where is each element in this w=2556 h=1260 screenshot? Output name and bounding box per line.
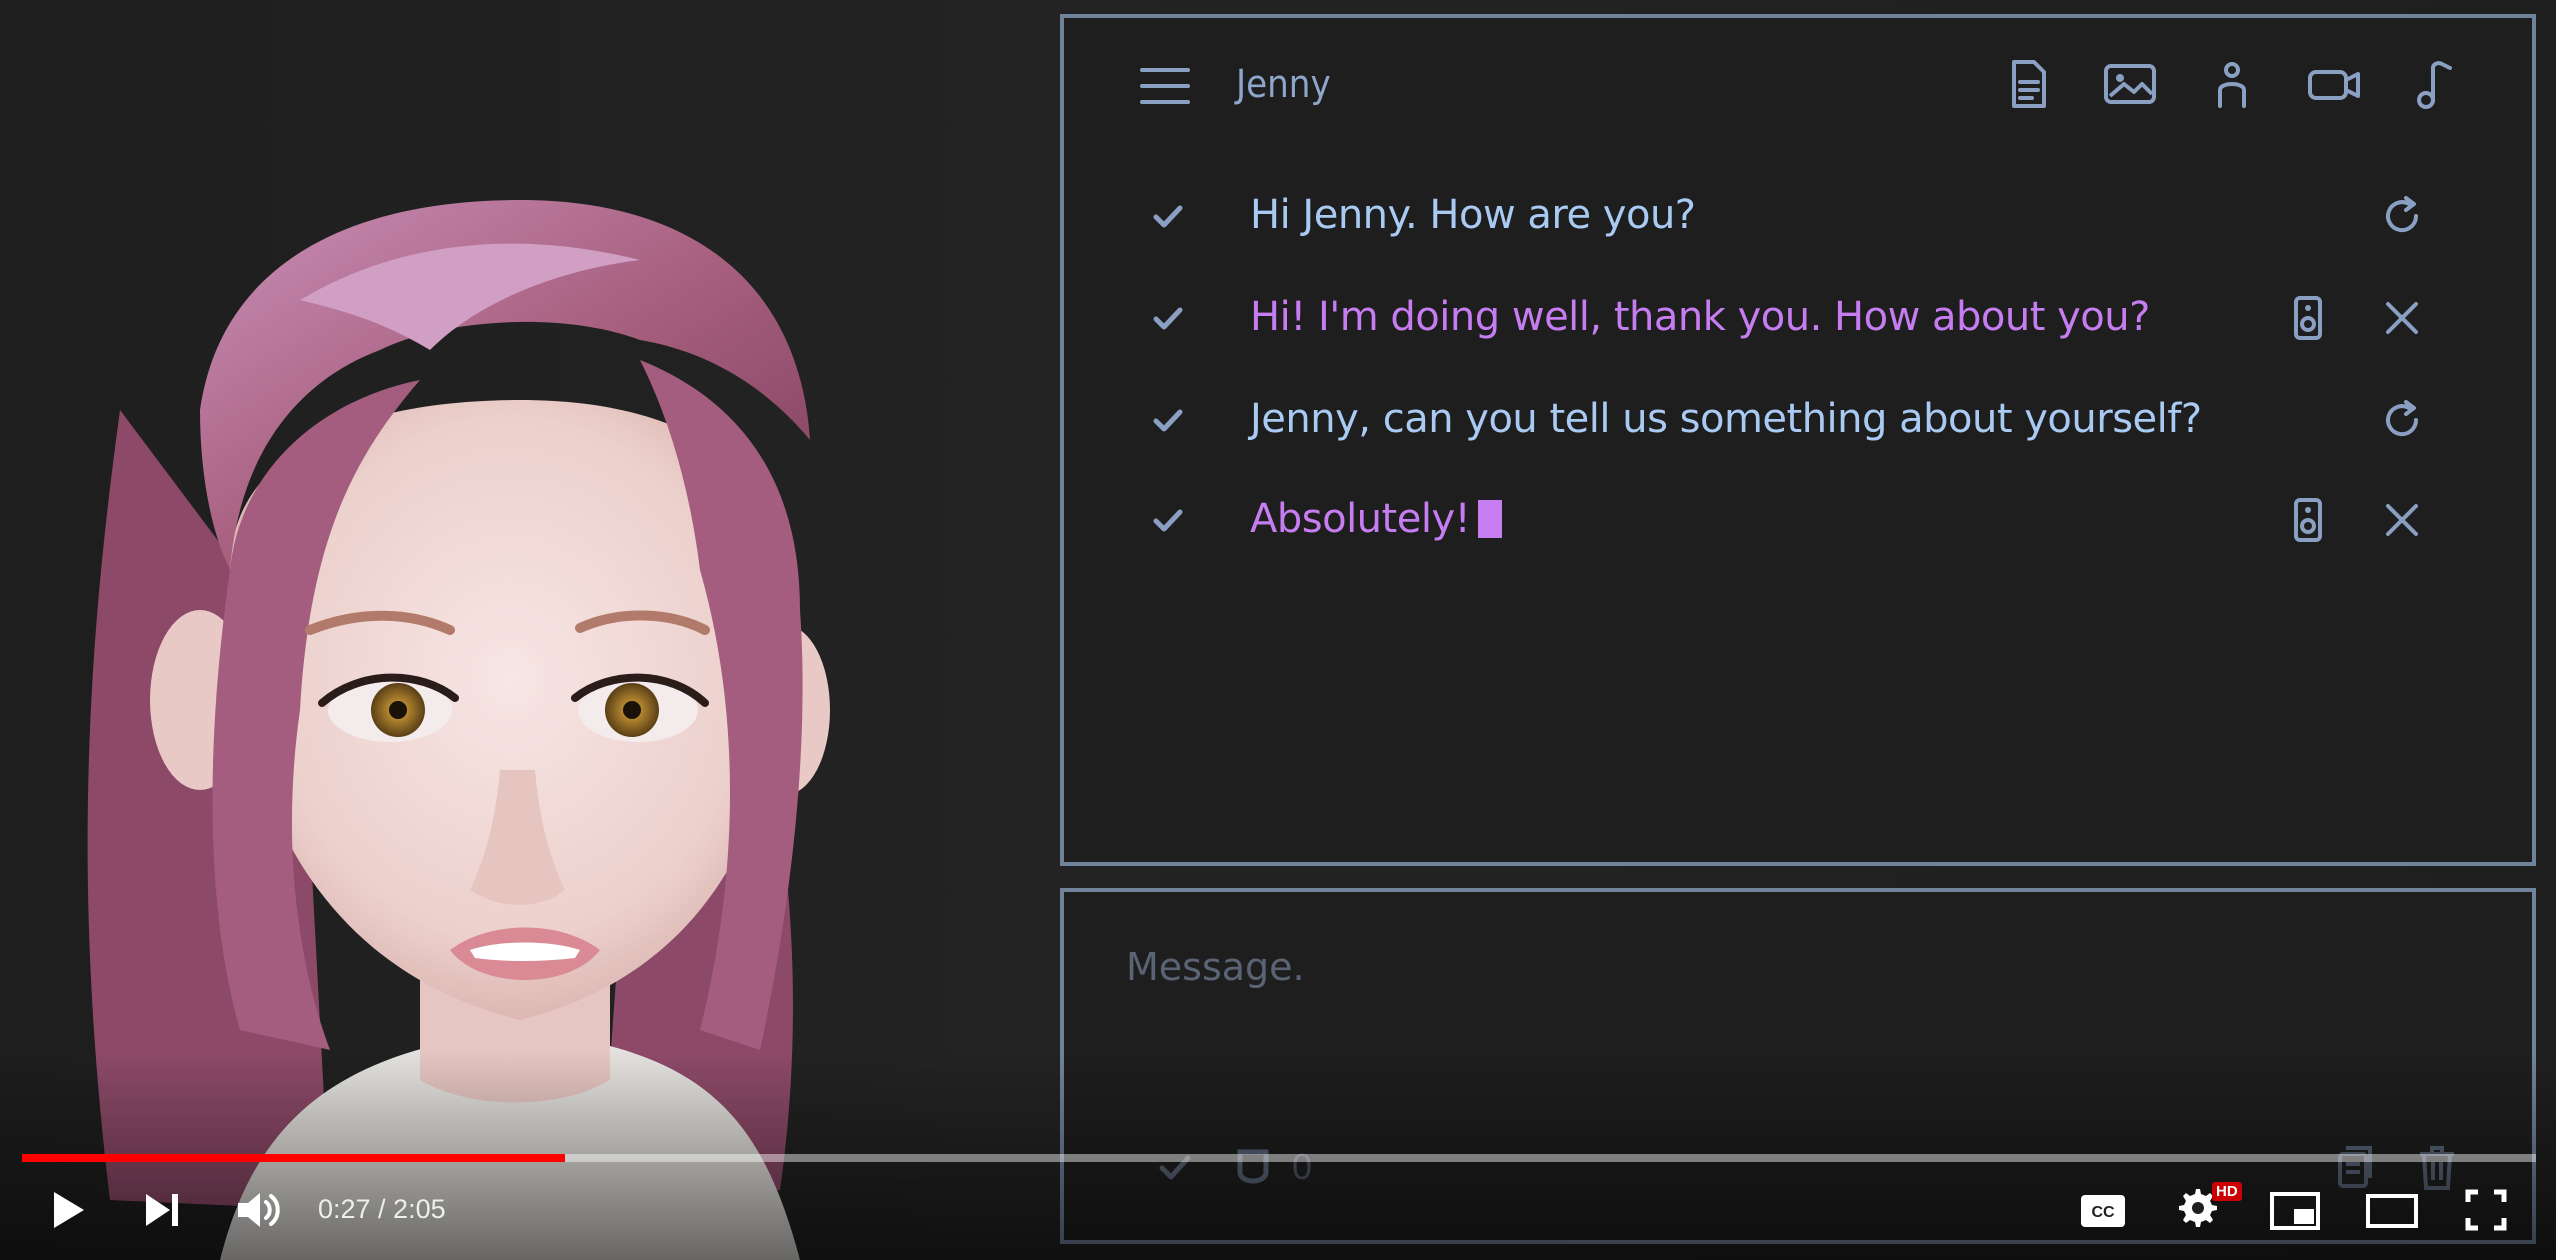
- video-frame[interactable]: Jenny Hi Jenny. How are you? Hi! I'm doi…: [0, 0, 2556, 1260]
- chat-panel: Jenny Hi Jenny. How are you? Hi! I'm doi…: [1060, 14, 2536, 866]
- speaker-icon[interactable]: [2284, 496, 2332, 544]
- play-icon[interactable]: [48, 1188, 88, 1232]
- check-icon[interactable]: [1148, 196, 1188, 236]
- token-count: 0: [1292, 1146, 1313, 1187]
- video-camera-icon[interactable]: [2306, 56, 2362, 112]
- next-icon[interactable]: [142, 1190, 184, 1230]
- svg-text:CC: CC: [2091, 1204, 2115, 1221]
- regenerate-icon[interactable]: [2378, 192, 2426, 240]
- speaker-icon[interactable]: [2284, 294, 2332, 342]
- message-row: Absolutely!: [1064, 482, 2532, 562]
- time-display: 0:27 / 2:05: [318, 1194, 446, 1224]
- close-icon[interactable]: [2378, 294, 2426, 342]
- check-icon[interactable]: [1148, 500, 1188, 540]
- message-row: Hi Jenny. How are you?: [1064, 178, 2532, 258]
- typing-cursor: [1478, 500, 1503, 538]
- menu-icon[interactable]: [1140, 66, 1190, 106]
- regenerate-icon[interactable]: [2378, 396, 2426, 444]
- send-check-icon[interactable]: [1150, 1142, 1200, 1192]
- theater-mode-icon[interactable]: [2366, 1194, 2418, 1228]
- message-text: Hi! I'm doing well, thank you. How about…: [1250, 294, 2150, 340]
- captions-icon[interactable]: CC: [2080, 1194, 2126, 1228]
- person-icon[interactable]: [2204, 56, 2260, 112]
- check-icon[interactable]: [1148, 298, 1188, 338]
- message-text: Jenny, can you tell us something about y…: [1250, 396, 2202, 442]
- microphone-icon[interactable]: [1228, 1142, 1278, 1192]
- volume-icon[interactable]: [234, 1188, 284, 1232]
- miniplayer-icon[interactable]: [2270, 1192, 2320, 1230]
- chat-header: Jenny: [1064, 18, 2532, 158]
- image-icon[interactable]: [2102, 56, 2158, 112]
- fullscreen-icon[interactable]: [2464, 1188, 2508, 1232]
- hd-badge: HD: [2212, 1182, 2242, 1201]
- avatar-character: [87, 200, 830, 1260]
- music-note-icon[interactable]: [2408, 56, 2464, 112]
- message-text: Hi Jenny. How are you?: [1250, 192, 1696, 238]
- close-icon[interactable]: [2378, 496, 2426, 544]
- message-row: Hi! I'm doing well, thank you. How about…: [1064, 280, 2532, 360]
- message-input-panel: 0: [1060, 888, 2536, 1244]
- message-input[interactable]: [1124, 936, 2428, 998]
- check-icon[interactable]: [1148, 400, 1188, 440]
- copy-icon[interactable]: [2330, 1142, 2380, 1192]
- progress-played: [22, 1154, 566, 1162]
- trash-icon[interactable]: [2412, 1142, 2462, 1192]
- progress-bar[interactable]: [22, 1154, 2536, 1162]
- chat-title: Jenny: [1236, 62, 1331, 106]
- message-text-content: Absolutely!: [1250, 496, 1471, 542]
- message-row: Jenny, can you tell us something about y…: [1064, 382, 2532, 462]
- document-icon[interactable]: [2000, 56, 2056, 112]
- message-text: Absolutely!: [1250, 496, 1503, 542]
